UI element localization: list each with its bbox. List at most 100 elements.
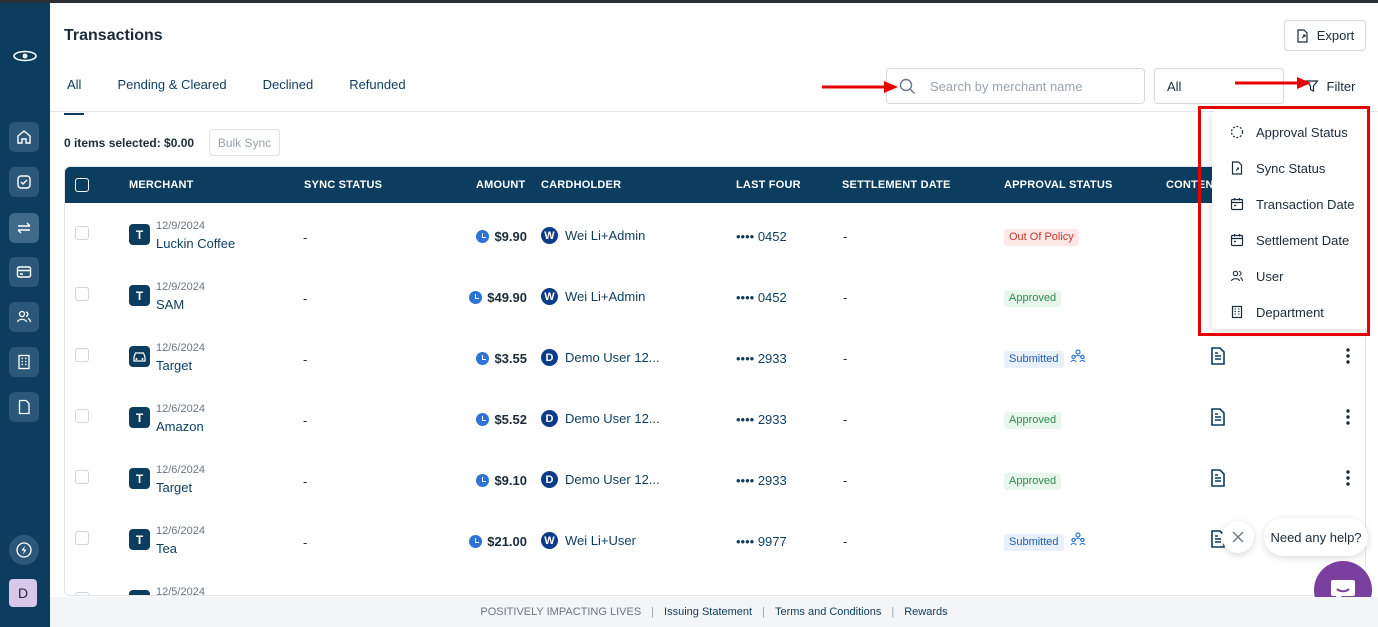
tab-declined[interactable]: Declined (260, 77, 317, 115)
company-nav-button[interactable] (9, 347, 39, 377)
table-row[interactable]: T 12/5/2024 (65, 570, 1365, 595)
col-cardholder[interactable]: CARDHOLDER (541, 179, 621, 191)
merchant-name[interactable]: SAM (156, 297, 184, 312)
col-approval-status[interactable]: APPROVAL STATUS (1004, 179, 1113, 191)
transaction-date: 12/6/2024 (156, 342, 205, 354)
col-settlement-date[interactable]: SETTLEMENT DATE (842, 179, 951, 191)
merchant-name[interactable]: Target (156, 480, 192, 495)
filter-option-user[interactable]: User (1230, 266, 1283, 286)
settlement-date: - (843, 473, 848, 488)
footer-link-issuing-statement[interactable]: Issuing Statement (664, 606, 752, 618)
filter-option-department[interactable]: Department (1230, 302, 1324, 322)
footer-link-terms[interactable]: Terms and Conditions (775, 606, 881, 618)
row-checkbox[interactable] (75, 470, 89, 484)
approvers-group-icon[interactable] (1070, 348, 1086, 364)
table-row[interactable]: T 12/9/2024 SAM - $49.90 W Wei Li+Admin … (65, 265, 1365, 326)
users-icon (16, 310, 32, 323)
tasks-nav-button[interactable] (9, 167, 39, 197)
tab-refunded[interactable]: Refunded (346, 77, 408, 115)
col-amount[interactable]: AMOUNT (476, 179, 525, 191)
amount-value: $9.90 (494, 229, 527, 244)
export-label: Export (1316, 28, 1355, 43)
file-sync-icon (1231, 161, 1243, 175)
dashed-circle-icon (1230, 125, 1244, 139)
approvers-group-icon[interactable] (1070, 531, 1086, 547)
main-content: Transactions Export All Pending & Cleare… (50, 3, 1378, 627)
tab-pending-cleared[interactable]: Pending & Cleared (114, 77, 229, 115)
col-last-four[interactable]: LAST FOUR (736, 179, 801, 191)
more-options-icon[interactable] (1345, 346, 1351, 366)
select-all-checkbox[interactable] (75, 178, 89, 192)
cardholder-name[interactable]: Demo User 12... (565, 472, 660, 487)
tab-all[interactable]: All (64, 77, 85, 115)
cardholder-name[interactable]: Wei Li+Admin (565, 289, 645, 304)
filter-label: Filter (1326, 78, 1356, 94)
cardholder-name[interactable]: Demo User 12... (565, 350, 660, 365)
type-select[interactable]: All (1154, 68, 1284, 104)
amount: $21.00 (469, 534, 527, 549)
sync-status: - (303, 230, 308, 245)
cards-nav-button[interactable] (9, 257, 39, 287)
footer-link-rewards[interactable]: Rewards (904, 606, 947, 618)
last-four: •••• 0452 (736, 229, 787, 244)
amount: $49.90 (469, 290, 527, 305)
merchant-name[interactable]: Luckin Coffee (156, 236, 235, 251)
merchant-avatar: T (129, 468, 150, 489)
documents-nav-button[interactable] (9, 392, 39, 422)
receipt-document-icon[interactable] (1210, 408, 1226, 426)
home-icon (17, 130, 31, 144)
table-row[interactable]: 12/6/2024 Target - $3.55 D Demo User 12.… (65, 326, 1365, 387)
table-row[interactable]: T 12/6/2024 Tea - $21.00 W Wei Li+User •… (65, 509, 1365, 570)
cardholder-name[interactable]: Wei Li+User (565, 533, 636, 548)
home-nav-button[interactable] (9, 122, 39, 152)
quick-actions-button[interactable] (9, 535, 39, 565)
more-options-icon[interactable] (1345, 407, 1351, 427)
row-checkbox[interactable] (75, 592, 89, 595)
filter-option-settlement-date[interactable]: Settlement Date (1230, 230, 1349, 250)
receipt-document-icon[interactable] (1210, 347, 1226, 365)
cardholder-avatar: W (541, 227, 558, 244)
row-checkbox[interactable] (75, 226, 89, 240)
sync-status: - (303, 352, 308, 367)
table-row[interactable]: T 12/6/2024 Target - $9.10 D Demo User 1… (65, 448, 1365, 509)
row-checkbox[interactable] (75, 531, 89, 545)
merchant-name[interactable]: Target (156, 358, 192, 373)
amount-value: $21.00 (487, 534, 527, 549)
receipt-document-icon[interactable] (1210, 469, 1226, 487)
tabs-divider (50, 111, 1378, 112)
settlement-date: - (843, 534, 848, 549)
filter-button[interactable]: Filter (1294, 70, 1366, 102)
row-checkbox[interactable] (75, 348, 89, 362)
more-options-icon[interactable] (1345, 468, 1351, 488)
col-sync-status[interactable]: SYNC STATUS (304, 179, 382, 191)
type-select-value: All (1167, 78, 1182, 94)
merchant-name[interactable]: Amazon (156, 419, 204, 434)
search-icon (899, 78, 915, 94)
help-close-button[interactable] (1222, 521, 1254, 553)
filter-option-transaction-date[interactable]: Transaction Date (1230, 194, 1355, 214)
filter-option-approval-status[interactable]: Approval Status (1230, 122, 1348, 142)
filter-option-sync-status[interactable]: Sync Status (1230, 158, 1325, 178)
user-avatar[interactable]: D (9, 579, 37, 607)
footer-separator: | (651, 606, 655, 618)
help-bubble[interactable]: Need any help? (1264, 518, 1368, 556)
export-button[interactable]: Export (1284, 20, 1366, 51)
col-merchant[interactable]: MERCHANT (129, 179, 194, 191)
merchant-name[interactable]: Tea (156, 541, 177, 556)
transactions-nav-button[interactable] (9, 213, 39, 243)
row-checkbox[interactable] (75, 409, 89, 423)
cardholder-name[interactable]: Wei Li+Admin (565, 228, 645, 243)
merchant-search-input[interactable] (930, 78, 1130, 94)
cardholder-name[interactable]: Demo User 12... (565, 411, 660, 426)
table-row[interactable]: T 12/6/2024 Amazon - $5.52 D Demo User 1… (65, 387, 1365, 448)
table-header: MERCHANT SYNC STATUS AMOUNT CARDHOLDER L… (65, 167, 1365, 203)
merchant-search[interactable] (886, 68, 1145, 104)
filter-option-label: Settlement Date (1256, 232, 1350, 248)
table-row[interactable]: T 12/9/2024 Luckin Coffee - $9.90 W Wei … (65, 204, 1365, 265)
row-checkbox[interactable] (75, 287, 89, 301)
filter-dropdown-menu: Approval Status Sync Status Transaction … (1212, 111, 1367, 329)
bulk-sync-button[interactable]: Bulk Sync (209, 129, 280, 156)
page-title: Transactions (64, 27, 163, 44)
cardholder-avatar: W (541, 532, 558, 549)
people-nav-button[interactable] (9, 302, 39, 332)
